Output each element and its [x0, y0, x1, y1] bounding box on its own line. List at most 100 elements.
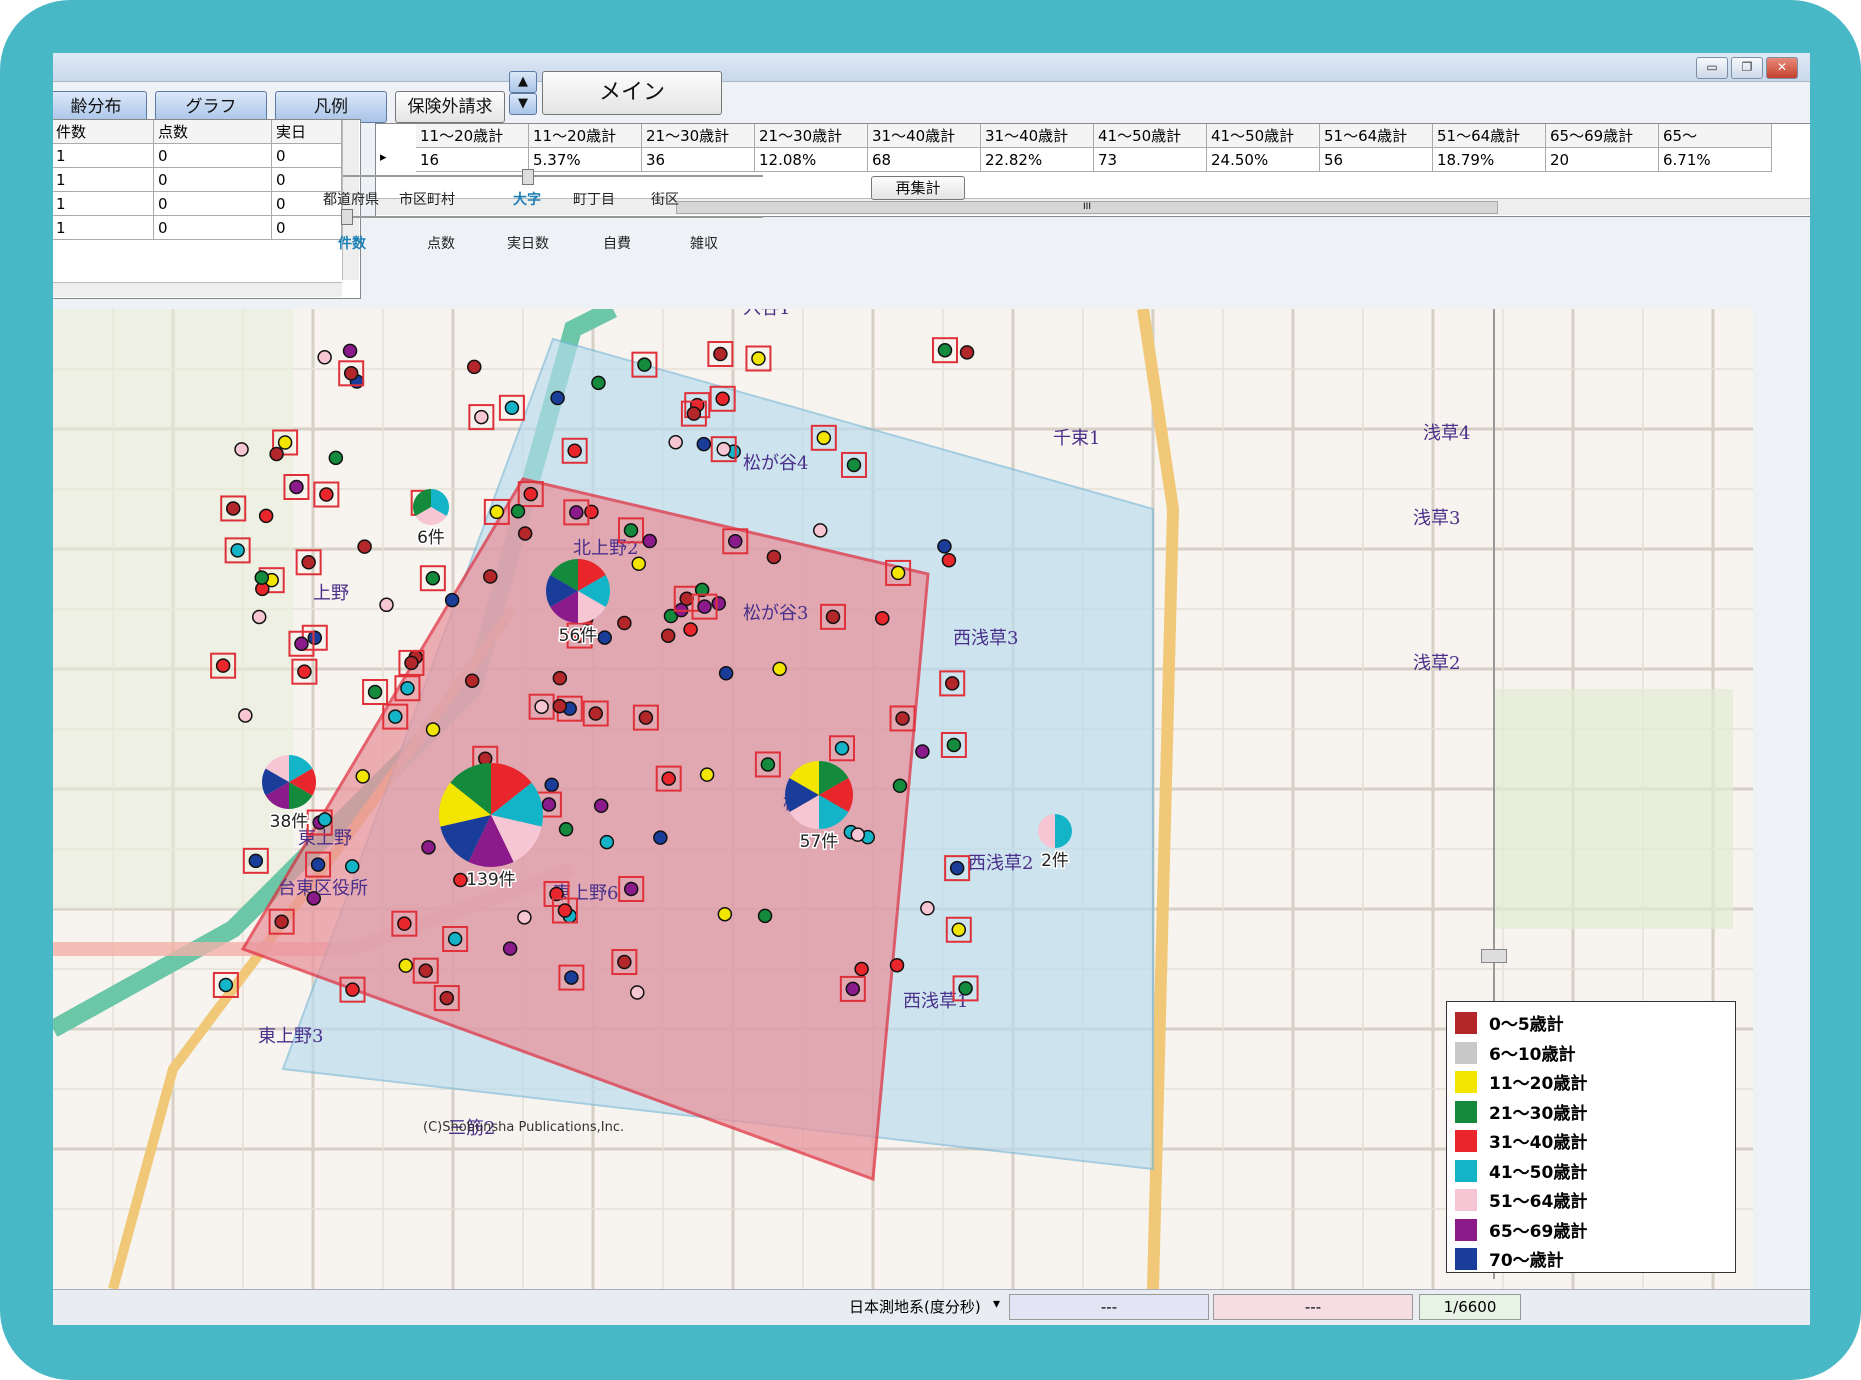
patient-marker[interactable] [661, 771, 676, 786]
coordinate-system-label[interactable]: 日本測地系(度分秒) [849, 1296, 981, 1317]
slider-label-days[interactable]: 実日数 [507, 233, 549, 253]
slider-label-count[interactable]: 件数 [338, 233, 366, 253]
patient-marker[interactable] [728, 534, 743, 549]
patient-marker[interactable] [660, 628, 676, 643]
non-insurance-claims-button[interactable]: 保険外請求 [395, 91, 505, 123]
horizontal-scrollbar[interactable] [53, 282, 342, 297]
patient-marker[interactable] [631, 556, 647, 572]
patient-marker[interactable] [850, 827, 866, 842]
patient-marker[interactable] [277, 435, 293, 450]
patient-marker[interactable] [274, 914, 289, 929]
patient-marker[interactable] [951, 922, 967, 937]
up-arrow-icon[interactable]: ▲ [509, 71, 537, 93]
slider-label-prefecture[interactable]: 都道府県 [323, 189, 379, 209]
patient-marker[interactable] [510, 504, 526, 519]
age-grid-cell[interactable]: 22.82% [981, 148, 1094, 172]
age-grid-header[interactable]: 51～64歳計 [1433, 124, 1546, 148]
grid-cell[interactable]: 1 [53, 144, 154, 168]
patient-marker[interactable] [715, 391, 730, 407]
patient-marker[interactable] [959, 345, 975, 360]
patient-marker[interactable] [215, 658, 231, 673]
slider-label-chome[interactable]: 町丁目 [573, 189, 615, 209]
patient-marker[interactable] [254, 570, 269, 585]
age-grid-header[interactable]: 21～30歳計 [755, 124, 868, 148]
grid-header[interactable]: 点数 [154, 120, 272, 144]
patient-marker[interactable] [816, 430, 832, 446]
slider-label-misc-income[interactable]: 雑収 [690, 233, 718, 253]
patient-marker[interactable] [502, 941, 518, 956]
grid-cell[interactable]: 0 [154, 168, 272, 192]
patient-marker[interactable] [846, 457, 862, 473]
patient-marker[interactable] [630, 985, 645, 1000]
age-grid-header[interactable]: 31～40歳計 [981, 124, 1094, 148]
patient-marker[interactable] [297, 664, 312, 679]
patient-marker[interactable] [920, 901, 935, 916]
patient-marker[interactable] [466, 359, 482, 375]
patient-marker[interactable] [310, 857, 326, 872]
slider-label-points[interactable]: 点数 [427, 233, 455, 253]
patient-marker[interactable] [306, 891, 322, 906]
scroll-thumb[interactable]: III [676, 201, 1498, 214]
age-grid-header[interactable]: 65～ [1659, 124, 1772, 148]
patient-marker[interactable] [550, 390, 565, 406]
patient-marker[interactable] [854, 961, 869, 977]
close-button[interactable]: ✕ [1766, 57, 1798, 79]
patient-marker[interactable] [812, 523, 828, 538]
patient-marker[interactable] [301, 555, 316, 570]
patient-marker[interactable] [642, 533, 657, 549]
patient-marker[interactable] [355, 769, 371, 784]
patient-marker[interactable] [523, 486, 538, 502]
patient-marker[interactable] [937, 342, 953, 358]
patient-marker[interactable] [711, 596, 727, 611]
patient-marker[interactable] [915, 744, 930, 759]
patient-marker[interactable] [697, 599, 712, 614]
patient-marker[interactable] [617, 615, 632, 631]
patient-marker[interactable] [949, 860, 965, 876]
age-grid-cell[interactable]: 73 [1094, 148, 1207, 172]
metric-slider-thumb[interactable] [341, 209, 353, 225]
patient-marker[interactable] [425, 722, 441, 737]
recalculate-button[interactable]: 再集計 [871, 176, 965, 200]
grid-cell[interactable]: 1 [53, 216, 154, 240]
patient-marker[interactable] [958, 981, 973, 996]
patient-marker[interactable] [889, 957, 905, 973]
patient-marker[interactable] [517, 910, 532, 925]
patient-marker[interactable] [317, 350, 332, 365]
patient-marker[interactable] [404, 655, 419, 671]
age-grid-header[interactable]: 41～50歳計 [1094, 124, 1207, 148]
age-grid-cell[interactable]: 24.50% [1207, 148, 1320, 172]
patient-marker[interactable] [713, 346, 728, 362]
patient-marker[interactable] [825, 609, 841, 625]
grid-cell[interactable]: 0 [154, 192, 272, 216]
patient-marker[interactable] [328, 450, 344, 466]
patient-marker[interactable] [895, 711, 910, 726]
patient-marker[interactable] [425, 570, 441, 586]
patient-marker[interactable] [552, 670, 568, 686]
patient-marker[interactable] [716, 441, 731, 457]
patient-marker[interactable] [944, 676, 960, 691]
grid-cell[interactable]: 1 [53, 192, 154, 216]
pie-marker[interactable]: 6件 [412, 489, 450, 550]
age-grid-cell[interactable]: 20 [1546, 148, 1659, 172]
slider-label-oaza[interactable]: 大字 [513, 189, 541, 209]
age-grid-cell[interactable]: 12.08% [755, 148, 868, 172]
grid-cell[interactable]: 0 [154, 216, 272, 240]
patient-marker[interactable] [294, 636, 309, 651]
down-arrow-icon[interactable]: ▼ [509, 93, 537, 115]
patient-marker[interactable] [317, 812, 333, 827]
age-grid-cell[interactable]: 5.37% [529, 148, 642, 172]
patient-marker[interactable] [638, 710, 654, 725]
patient-marker[interactable] [937, 539, 952, 554]
patient-marker[interactable] [248, 853, 264, 869]
patient-marker[interactable] [686, 406, 702, 421]
patient-marker[interactable] [569, 505, 584, 520]
grid-cell[interactable]: 1 [53, 168, 154, 192]
age-grid-cell[interactable]: 56 [1320, 148, 1433, 172]
patient-marker[interactable] [544, 777, 559, 793]
patient-marker[interactable] [307, 630, 323, 645]
patient-marker[interactable] [552, 698, 568, 714]
patient-marker[interactable] [593, 798, 609, 814]
patient-marker[interactable] [683, 622, 698, 637]
patient-marker[interactable] [345, 982, 360, 997]
patient-marker[interactable] [637, 357, 652, 372]
